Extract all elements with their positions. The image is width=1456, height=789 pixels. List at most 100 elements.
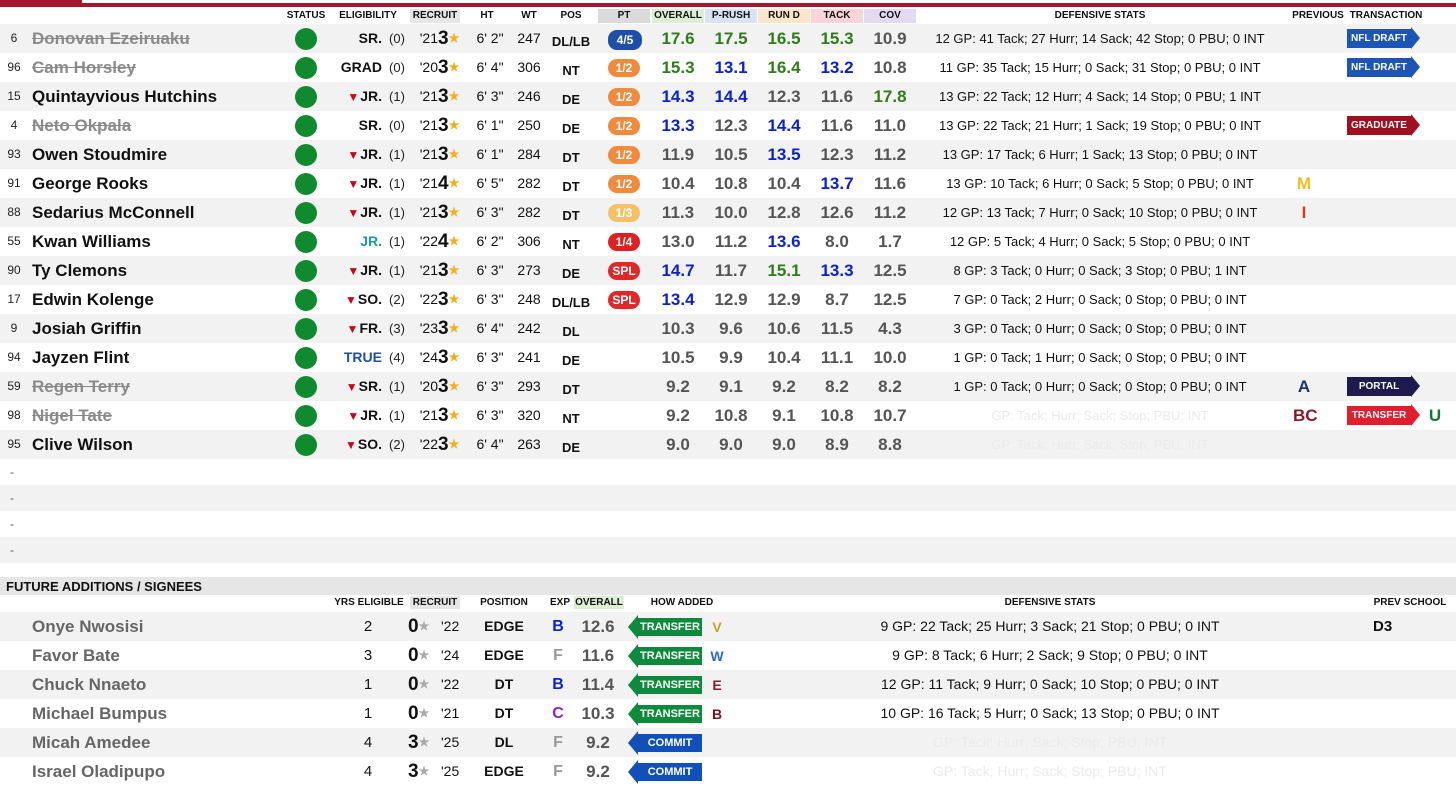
table-row[interactable]: 90 Ty Clemons ▼JR. (1) '21 3★ 6' 3" 273 DE SPL 14.… <box>0 256 1456 285</box>
col-overall[interactable]: OVERALL <box>652 9 704 23</box>
player-name[interactable]: Donovan Ezeiruaku <box>32 24 292 53</box>
how-added-tag[interactable]: TRANSFER <box>628 644 702 668</box>
player-name[interactable]: Onye Nwosisi <box>32 612 312 641</box>
col-how-added[interactable]: HOW ADDED <box>632 596 732 609</box>
col-overall[interactable]: OVERALL <box>574 596 624 609</box>
table-row[interactable]: 95 Clive Wilson ▼SO. (2) '22 3★ 6' 4" 263 DE 9.0 9… <box>0 430 1456 459</box>
col-exp[interactable]: EXP <box>548 596 572 609</box>
table-row[interactable]: Micah Amedee 4 3★ '25 DL F 9.2 COMMIT GP: Tack; … <box>0 728 1456 757</box>
player-name[interactable]: Michael Bumpus <box>32 699 312 728</box>
previous-school-logo-icon: M <box>1296 174 1312 193</box>
how-added-tag[interactable]: TRANSFER <box>628 702 702 726</box>
col-rund[interactable]: RUN D <box>758 9 810 23</box>
col-transaction[interactable]: TRANSACTION <box>1344 9 1428 23</box>
how-added-tag[interactable]: TRANSFER <box>628 673 702 697</box>
table-row[interactable]: 55 Kwan Williams JR. (1) '22 4★ 6' 2" 306 NT 1/4 1… <box>0 227 1456 256</box>
player-name[interactable]: Neto Okpala <box>32 111 292 140</box>
player-name[interactable]: Josiah Griffin <box>32 314 292 343</box>
player-name[interactable]: Chuck Nnaeto <box>32 670 312 699</box>
table-row[interactable]: 93 Owen Stoudmire ▼JR. (1) '21 3★ 6' 1" 284 DT 1/… <box>0 140 1456 169</box>
col-def-stats[interactable]: DEFENSIVE STATS <box>980 596 1120 609</box>
recruit-stars: 4★ <box>438 169 462 198</box>
star-count: 3 <box>438 347 449 368</box>
transaction-tag[interactable]: NFL DRAFT <box>1347 56 1420 78</box>
player-name[interactable]: Cam Horsley <box>32 53 292 82</box>
player-name[interactable]: Regen Terry <box>32 372 292 401</box>
transaction-tag[interactable]: GRADUATE <box>1347 114 1420 136</box>
col-prev-school[interactable]: PREV SCHOOL <box>1370 596 1450 609</box>
table-row[interactable]: Favor Bate 3 0★ '24 EDGE F 11.6 TRANSFER W 9 GP: … <box>0 641 1456 670</box>
star-count: 3 <box>438 434 449 455</box>
col-yrs-eligible[interactable]: YRS ELIGIBLE <box>332 596 406 609</box>
player-name[interactable]: Jayzen Flint <box>32 343 292 372</box>
pass-rush-grade: 14.4 <box>714 87 748 106</box>
table-row[interactable]: 91 George Rooks ▼JR. (1) '21 4★ 6' 5" 282 DT 1/2 1… <box>0 169 1456 198</box>
col-position[interactable]: POSITION <box>474 596 534 609</box>
star-count: 3 <box>438 405 449 426</box>
table-row[interactable]: 59 Regen Terry ▼SR. (1) '20 3★ 6' 3" 293 DT 9.2 9.… <box>0 372 1456 401</box>
col-eligibility[interactable]: ELIGIBILITY <box>336 9 400 23</box>
run-defense-grade: 13.6 <box>767 232 801 251</box>
table-row[interactable]: 98 Nigel Tate ▼JR. (1) '21 3★ 6' 3" 320 NT 9.2 10.… <box>0 401 1456 430</box>
col-recruit[interactable]: RECRUIT <box>410 9 460 23</box>
height: 6' 2" <box>476 30 504 46</box>
player-name[interactable]: Israel Oladipupo <box>32 757 312 786</box>
status-dot <box>295 57 317 79</box>
transaction-tag[interactable]: TRANSFER <box>1347 404 1420 426</box>
table-row[interactable]: 6 Donovan Ezeiruaku SR. (0) '21 3★ 6' 2" 247 DL/… <box>0 24 1456 53</box>
player-name[interactable]: Clive Wilson <box>32 430 292 459</box>
player-name[interactable]: Nigel Tate <box>32 401 292 430</box>
table-row[interactable]: 88 Sedarius McConnell ▼JR. (1) '21 3★ 6' 3" 282… <box>0 198 1456 227</box>
col-status[interactable]: STATUS <box>284 9 328 23</box>
player-name[interactable]: Ty Clemons <box>32 256 292 285</box>
tab-divider <box>200 0 1456 3</box>
col-pos[interactable]: POS <box>553 9 589 23</box>
weight: 247 <box>517 30 541 46</box>
col-prush[interactable]: P-RUSH <box>705 9 757 23</box>
table-row[interactable]: 15 Quintayvious Hutchins ▼JR. (1) '21 3★ 6' 3"… <box>0 82 1456 111</box>
table-row[interactable]: 96 Cam Horsley GRAD (0) '20 3★ 6' 4" 306 NT 1/2 15… <box>0 53 1456 82</box>
table-row[interactable]: Israel Oladipupo 4 3★ '25 EDGE F 9.2 COMMIT GP: … <box>0 757 1456 786</box>
star-icon: ★ <box>418 706 430 720</box>
years-eligible: 4 <box>363 763 373 780</box>
star-icon: ★ <box>448 263 460 277</box>
table-row[interactable]: 94 Jayzen Flint TRUE (4) '24 3★ 6' 3" 241 DE 10.5… <box>0 343 1456 372</box>
table-row[interactable]: 4 Neto Okpala SR. (0) '21 3★ 6' 1" 250 DE 1/2 13.3… <box>0 111 1456 140</box>
player-name[interactable]: George Rooks <box>32 169 292 198</box>
table-row[interactable]: Michael Bumpus 1 0★ '21 DT C 10.3 TRANSFER B 10 G… <box>0 699 1456 728</box>
player-name[interactable]: Favor Bate <box>32 641 312 670</box>
how-added-tag[interactable]: COMMIT <box>628 760 702 784</box>
star-count: 3 <box>408 761 419 782</box>
table-row[interactable]: 9 Josiah Griffin ▼FR. (3) '23 3★ 6' 4" 242 DL 10.… <box>0 314 1456 343</box>
player-name[interactable]: Sedarius McConnell <box>32 198 292 227</box>
weight: 306 <box>517 233 541 249</box>
table-row[interactable]: Onye Nwosisi 2 0★ '22 EDGE B 12.6 TRANSFER V 9 GP… <box>0 612 1456 641</box>
jersey-number: 90 <box>7 263 21 277</box>
transaction-tag[interactable]: NFL DRAFT <box>1347 27 1420 49</box>
player-name[interactable]: Edwin Kolenge <box>32 285 292 314</box>
player-name[interactable]: Quintayvious Hutchins <box>32 82 292 111</box>
position: DE <box>561 121 581 136</box>
how-added-tag[interactable]: TRANSFER <box>628 615 702 639</box>
player-name[interactable]: Kwan Williams <box>32 227 292 256</box>
col-recruit[interactable]: RECRUIT <box>410 596 460 609</box>
class-label: JR. <box>360 204 382 220</box>
player-name[interactable]: Owen Stoudmire <box>32 140 292 169</box>
table-row[interactable]: Chuck Nnaeto 1 0★ '22 DT B 11.4 TRANSFER E 12 GP:… <box>0 670 1456 699</box>
col-previous[interactable]: PREVIOUS <box>1288 9 1348 23</box>
run-defense-grade: 10.4 <box>767 174 801 193</box>
table-row[interactable]: 17 Edwin Kolenge ▼SO. (2) '22 3★ 6' 3" 248 DL/LB… <box>0 285 1456 314</box>
col-pt[interactable]: PT <box>598 9 650 23</box>
col-wt[interactable]: WT <box>515 9 543 23</box>
col-tack[interactable]: TACK <box>811 9 863 23</box>
col-ht[interactable]: HT <box>475 9 499 23</box>
player-name[interactable]: Micah Amedee <box>32 728 312 757</box>
transaction-tag[interactable]: PORTAL <box>1347 375 1420 397</box>
col-cov[interactable]: COV <box>864 9 916 23</box>
years-remaining: (1) <box>389 379 405 394</box>
how-added-tag[interactable]: COMMIT <box>628 731 702 755</box>
col-def-stats[interactable]: DEFENSIVE STATS <box>1030 9 1170 23</box>
overall-grade: 10.3 <box>661 319 695 338</box>
empty-marker: - <box>10 465 14 479</box>
empty-row: - <box>0 511 1456 537</box>
